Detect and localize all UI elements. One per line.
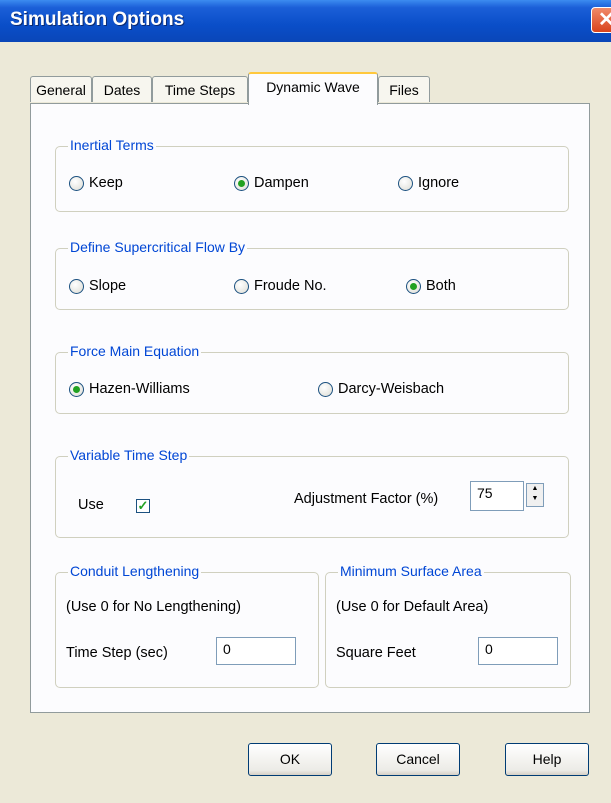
time-step-value: 0 — [223, 641, 231, 657]
conduit-lengthening-title: Conduit Lengthening — [68, 563, 202, 579]
variable-time-step-group: Variable Time Step Use ✓ Adjustment Fact… — [55, 447, 569, 538]
radio-circle — [398, 175, 413, 191]
radio-circle — [234, 278, 249, 294]
tab-general[interactable]: General — [30, 76, 92, 102]
use-checkbox[interactable]: ✓ — [136, 499, 150, 513]
radio-both[interactable]: Both — [406, 278, 456, 294]
close-icon: ✕ — [598, 9, 611, 31]
radio-ignore[interactable]: Ignore — [398, 175, 459, 191]
radio-circle — [318, 381, 333, 397]
radio-label-froude: Froude No. — [254, 278, 327, 294]
radio-keep[interactable]: Keep — [69, 175, 123, 191]
tab-time-steps[interactable]: Time Steps — [152, 76, 248, 102]
adjustment-factor-spinner[interactable]: ▲ ▼ — [526, 483, 544, 507]
min-surface-area-note: (Use 0 for Default Area) — [336, 599, 489, 615]
title-bar: Simulation Options ✕ — [0, 0, 611, 42]
force-main-group: Force Main Equation Hazen-Williams Darcy… — [55, 343, 569, 414]
cancel-button[interactable]: Cancel — [376, 743, 460, 776]
spin-arrows-icon: ▲ ▼ — [531, 485, 539, 502]
time-step-label: Time Step (sec) — [66, 645, 168, 661]
tab-files[interactable]: Files — [378, 76, 430, 102]
square-feet-label: Square Feet — [336, 645, 416, 661]
variable-time-step-title: Variable Time Step — [68, 447, 190, 463]
radio-label-darcy-weisbach: Darcy-Weisbach — [338, 381, 445, 397]
inertial-terms-title: Inertial Terms — [68, 137, 156, 153]
inertial-terms-group: Inertial Terms Keep Dampen Ignore — [55, 137, 569, 212]
window-title: Simulation Options — [10, 9, 185, 30]
radio-label-dampen: Dampen — [254, 175, 309, 191]
tab-dates[interactable]: Dates — [92, 76, 152, 102]
radio-froude[interactable]: Froude No. — [234, 278, 327, 294]
radio-hazen-williams[interactable]: Hazen-Williams — [69, 381, 190, 397]
close-button[interactable]: ✕ — [591, 7, 611, 33]
square-feet-input[interactable]: 0 — [478, 637, 558, 665]
conduit-lengthening-note: (Use 0 for No Lengthening) — [66, 599, 241, 615]
ok-button[interactable]: OK — [248, 743, 332, 776]
min-surface-area-group: Minimum Surface Area (Use 0 for Default … — [325, 563, 571, 688]
min-surface-area-title: Minimum Surface Area — [338, 563, 484, 579]
radio-circle — [69, 175, 84, 191]
check-icon: ✓ — [137, 498, 149, 513]
radio-slope[interactable]: Slope — [69, 278, 126, 294]
radio-label-slope: Slope — [89, 278, 127, 294]
supercritical-flow-title: Define Supercritical Flow By — [68, 239, 248, 255]
radio-circle — [69, 278, 84, 294]
conduit-lengthening-group: Conduit Lengthening (Use 0 for No Length… — [55, 563, 319, 688]
help-button[interactable]: Help — [505, 743, 589, 776]
adjustment-factor-value: 75 — [477, 485, 493, 501]
radio-label-keep: Keep — [89, 175, 123, 191]
radio-circle-selected — [69, 381, 84, 397]
time-step-input[interactable]: 0 — [216, 637, 296, 665]
adjustment-factor-input[interactable]: 75 — [470, 481, 524, 511]
radio-circle-selected — [234, 175, 249, 191]
radio-label-both: Both — [426, 278, 456, 294]
square-feet-value: 0 — [485, 641, 493, 657]
adjustment-factor-label: Adjustment Factor (%) — [294, 491, 439, 507]
supercritical-flow-group: Define Supercritical Flow By Slope Froud… — [55, 239, 569, 310]
radio-darcy-weisbach[interactable]: Darcy-Weisbach — [318, 381, 444, 397]
dynamic-wave-panel: Inertial Terms Keep Dampen Ignore Define… — [30, 103, 590, 713]
tab-dynamic-wave[interactable]: Dynamic Wave — [248, 72, 378, 105]
force-main-title: Force Main Equation — [68, 343, 202, 359]
radio-label-ignore: Ignore — [418, 175, 460, 191]
radio-circle-selected — [406, 278, 421, 294]
radio-dampen[interactable]: Dampen — [234, 175, 309, 191]
radio-label-hazen-williams: Hazen-Williams — [89, 381, 190, 397]
use-label: Use — [78, 497, 104, 513]
